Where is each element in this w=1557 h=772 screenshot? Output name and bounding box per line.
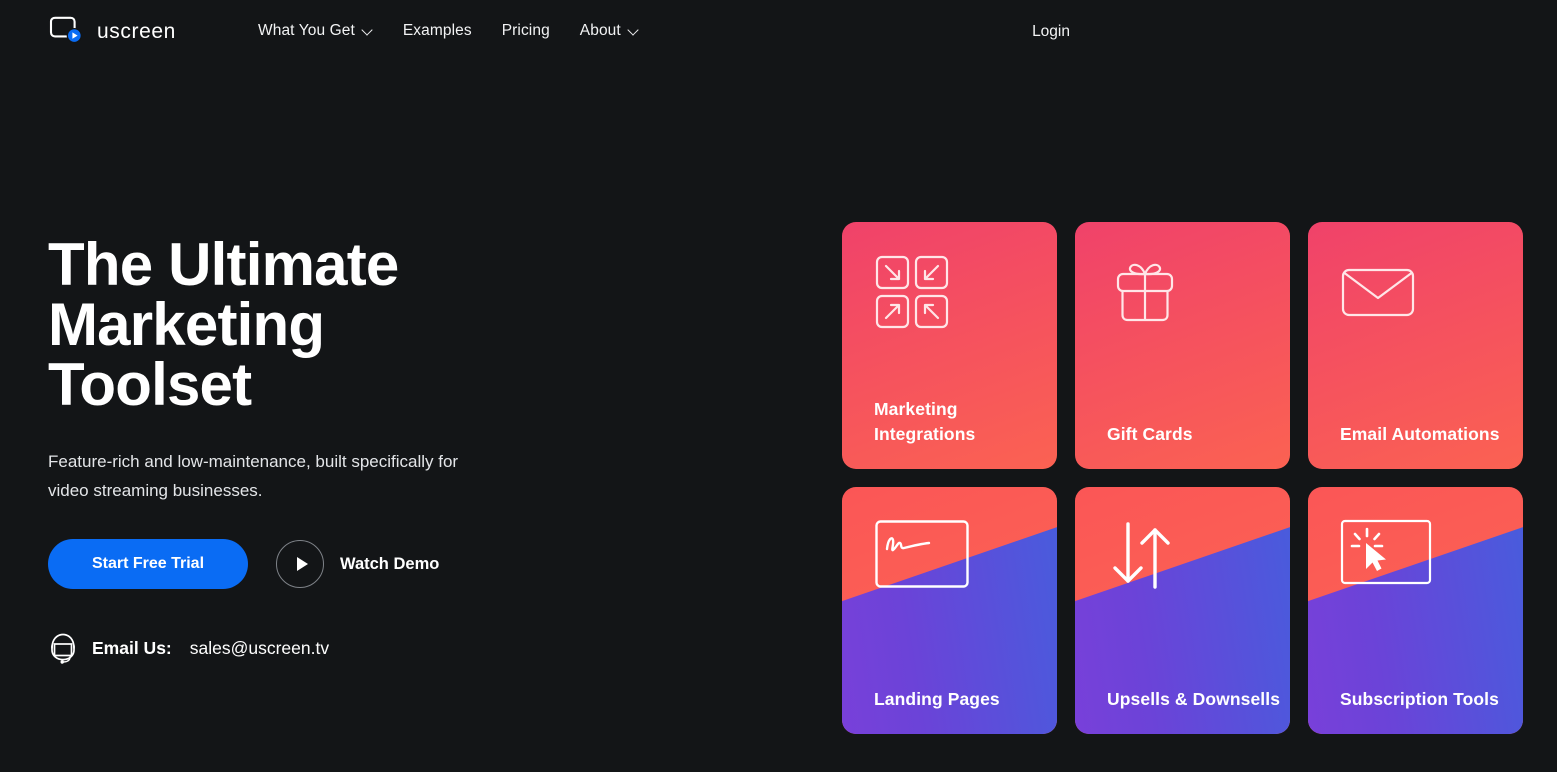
watch-demo-label: Watch Demo	[340, 554, 440, 573]
feature-card-label: Gift Cards	[1107, 424, 1193, 444]
login-link[interactable]: Login	[1032, 23, 1070, 41]
feature-card-label: Subscription Tools	[1340, 689, 1499, 709]
nav-links: What You Get Examples Pricing About	[258, 0, 639, 62]
nav-item-label: About	[579, 22, 621, 39]
feature-card-upsells-downsells[interactable]: Upsells & Downsells	[1075, 487, 1290, 734]
feature-card-email-automations[interactable]: Email Automations	[1308, 222, 1523, 469]
feature-card-label: Landing Pages	[874, 689, 1000, 709]
feature-card-label: Marketing Integrations	[874, 399, 976, 444]
nav-item-about[interactable]: About	[580, 22, 639, 40]
hero-section: The Ultimate Marketing Toolset Feature-r…	[48, 235, 808, 665]
feature-card-landing-pages[interactable]: Landing Pages	[842, 487, 1057, 734]
feature-card-grid: Marketing Integrations Gift Cards Email …	[842, 222, 1523, 734]
headset-support-icon	[48, 631, 78, 665]
play-icon	[276, 540, 324, 588]
watch-demo-button[interactable]: Watch Demo	[276, 540, 439, 588]
start-free-trial-hero-button[interactable]: Start Free Trial	[48, 539, 248, 589]
nav-item-label: Pricing	[501, 22, 550, 39]
four-squares-arrows-icon	[874, 254, 1057, 340]
feature-card-label: Upsells & Downsells	[1107, 689, 1281, 709]
nav-item-label: What You Get	[258, 22, 355, 39]
hero-cta-group: Start Free Trial Watch Demo	[48, 539, 808, 589]
chevron-down-icon	[362, 25, 373, 36]
email-address-link[interactable]: sales@uscreen.tv	[190, 638, 329, 659]
hero-subtitle: Feature-rich and low-maintenance, built …	[48, 452, 459, 500]
feature-card-gift-cards[interactable]: Gift Cards	[1075, 222, 1290, 469]
page-scribble-icon	[874, 519, 1057, 605]
click-cursor-frame-icon	[1340, 519, 1523, 605]
gift-box-icon	[1107, 254, 1290, 340]
nav-item-examples[interactable]: Examples	[403, 22, 472, 40]
top-navigation-bar: uscreen What You Get Examples Pricing Ab…	[0, 0, 1557, 62]
feature-card-subscription-tools[interactable]: Subscription Tools	[1308, 487, 1523, 734]
uscreen-video-bubble-logo-icon	[48, 16, 86, 46]
email-us-label: Email Us:	[92, 637, 172, 658]
contact-email-row: Email Us: sales@uscreen.tv	[48, 631, 808, 665]
nav-item-pricing[interactable]: Pricing	[502, 22, 550, 40]
envelope-icon	[1340, 254, 1523, 340]
feature-card-marketing-integrations[interactable]: Marketing Integrations	[842, 222, 1057, 469]
brand-logo[interactable]: uscreen	[48, 13, 176, 49]
up-down-arrows-icon	[1107, 519, 1290, 605]
feature-card-label: Email Automations	[1340, 424, 1500, 444]
nav-item-label: Examples	[402, 22, 472, 39]
nav-item-what-you-get[interactable]: What You Get	[258, 22, 373, 40]
brand-name: uscreen	[97, 19, 176, 43]
page-title: The Ultimate Marketing Toolset	[48, 231, 399, 418]
chevron-down-icon	[628, 25, 639, 36]
